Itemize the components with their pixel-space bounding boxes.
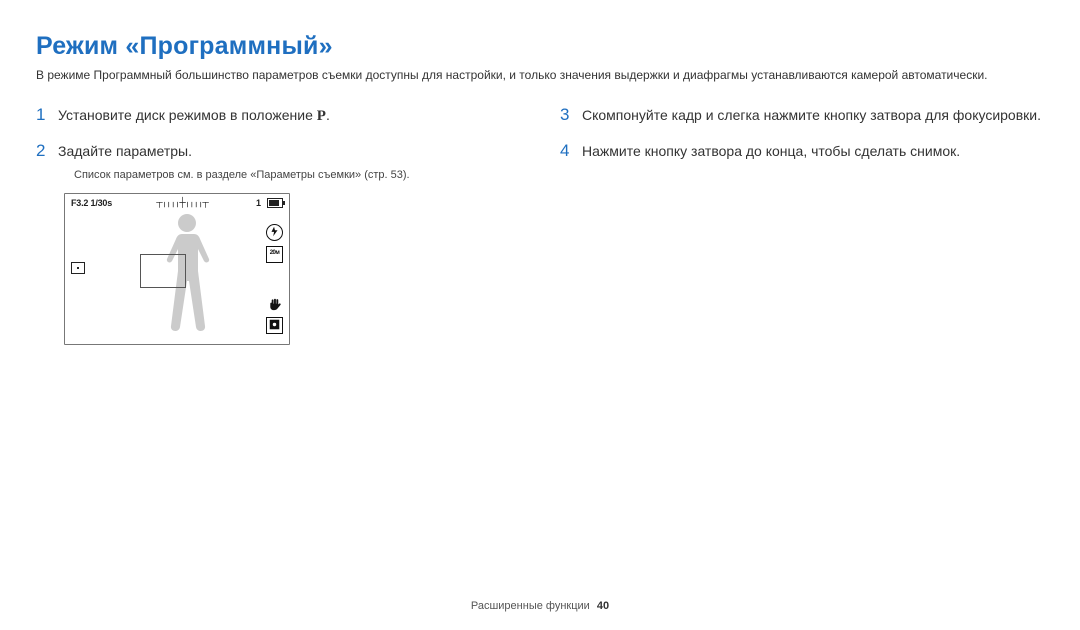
lcd-aperture-shutter: F3.2 1/30s xyxy=(71,198,112,208)
camera-lcd-illustration: F3.2 1/30s ┬╷╷╷╷┼╷╷╷╷┬ 1 xyxy=(64,193,520,345)
manual-page: Режим «Программный» В режиме Программный… xyxy=(0,0,1080,630)
lcd-top-bar: F3.2 1/30s ┬╷╷╷╷┼╷╷╷╷┬ 1 xyxy=(71,197,283,208)
step-1: 1 Установите диск режимов в положение P. xyxy=(36,102,520,128)
step-1-post: . xyxy=(326,107,330,123)
step-number: 3 xyxy=(560,102,574,128)
intro-paragraph: В режиме Программный большинство парамет… xyxy=(36,67,1036,84)
step-4-text: Нажмите кнопку затвора до конца, чтобы с… xyxy=(582,141,1044,162)
battery-icon xyxy=(267,198,283,208)
page-footer: Расширенные функции 40 xyxy=(0,600,1080,612)
lcd-right-icons-top: 20м xyxy=(266,224,283,263)
lcd-shots-remaining: 1 xyxy=(256,198,261,208)
two-column-layout: 1 Установите диск режимов в положение P.… xyxy=(36,102,1044,345)
lcd-right-icons-bottom xyxy=(266,297,283,334)
step-4: 4 Нажмите кнопку затвора до конца, чтобы… xyxy=(560,138,1044,164)
ois-hand-icon xyxy=(267,297,282,312)
step-3-text: Скомпонуйте кадр и слегка нажмите кнопку… xyxy=(582,105,1044,126)
page-title: Режим «Программный» xyxy=(36,32,1044,61)
lcd-ev-scale: ┬╷╷╷╷┼╷╷╷╷┬ xyxy=(112,197,252,208)
step-3: 3 Скомпонуйте кадр и слегка нажмите кноп… xyxy=(560,102,1044,128)
left-column: 1 Установите диск режимов в положение P.… xyxy=(36,102,520,345)
metering-mode-icon xyxy=(266,317,283,334)
step-1-pre: Установите диск режимов в положение xyxy=(58,107,317,123)
af-focus-frame-icon xyxy=(140,254,186,288)
step-number: 4 xyxy=(560,138,574,164)
right-column: 3 Скомпонуйте кадр и слегка нажмите кноп… xyxy=(560,102,1044,173)
lcd-frame: F3.2 1/30s ┬╷╷╷╷┼╷╷╷╷┬ 1 xyxy=(64,193,290,345)
step-number: 1 xyxy=(36,102,50,128)
battery-fill xyxy=(269,200,279,206)
step-number: 2 xyxy=(36,138,50,164)
step-2-subnote: Список параметров см. в разделе «Парамет… xyxy=(74,169,520,181)
flash-off-icon xyxy=(266,224,283,241)
step-2: 2 Задайте параметры. xyxy=(36,138,520,164)
footer-page-number: 40 xyxy=(597,600,609,612)
step-1-text: Установите диск режимов в положение P. xyxy=(58,105,520,128)
af-point-indicator-icon xyxy=(71,262,85,274)
footer-section: Расширенные функции xyxy=(471,600,590,612)
image-size-icon: 20м xyxy=(266,246,283,263)
step-2-text: Задайте параметры. xyxy=(58,141,520,162)
mode-dial-p-icon: P xyxy=(317,108,326,124)
